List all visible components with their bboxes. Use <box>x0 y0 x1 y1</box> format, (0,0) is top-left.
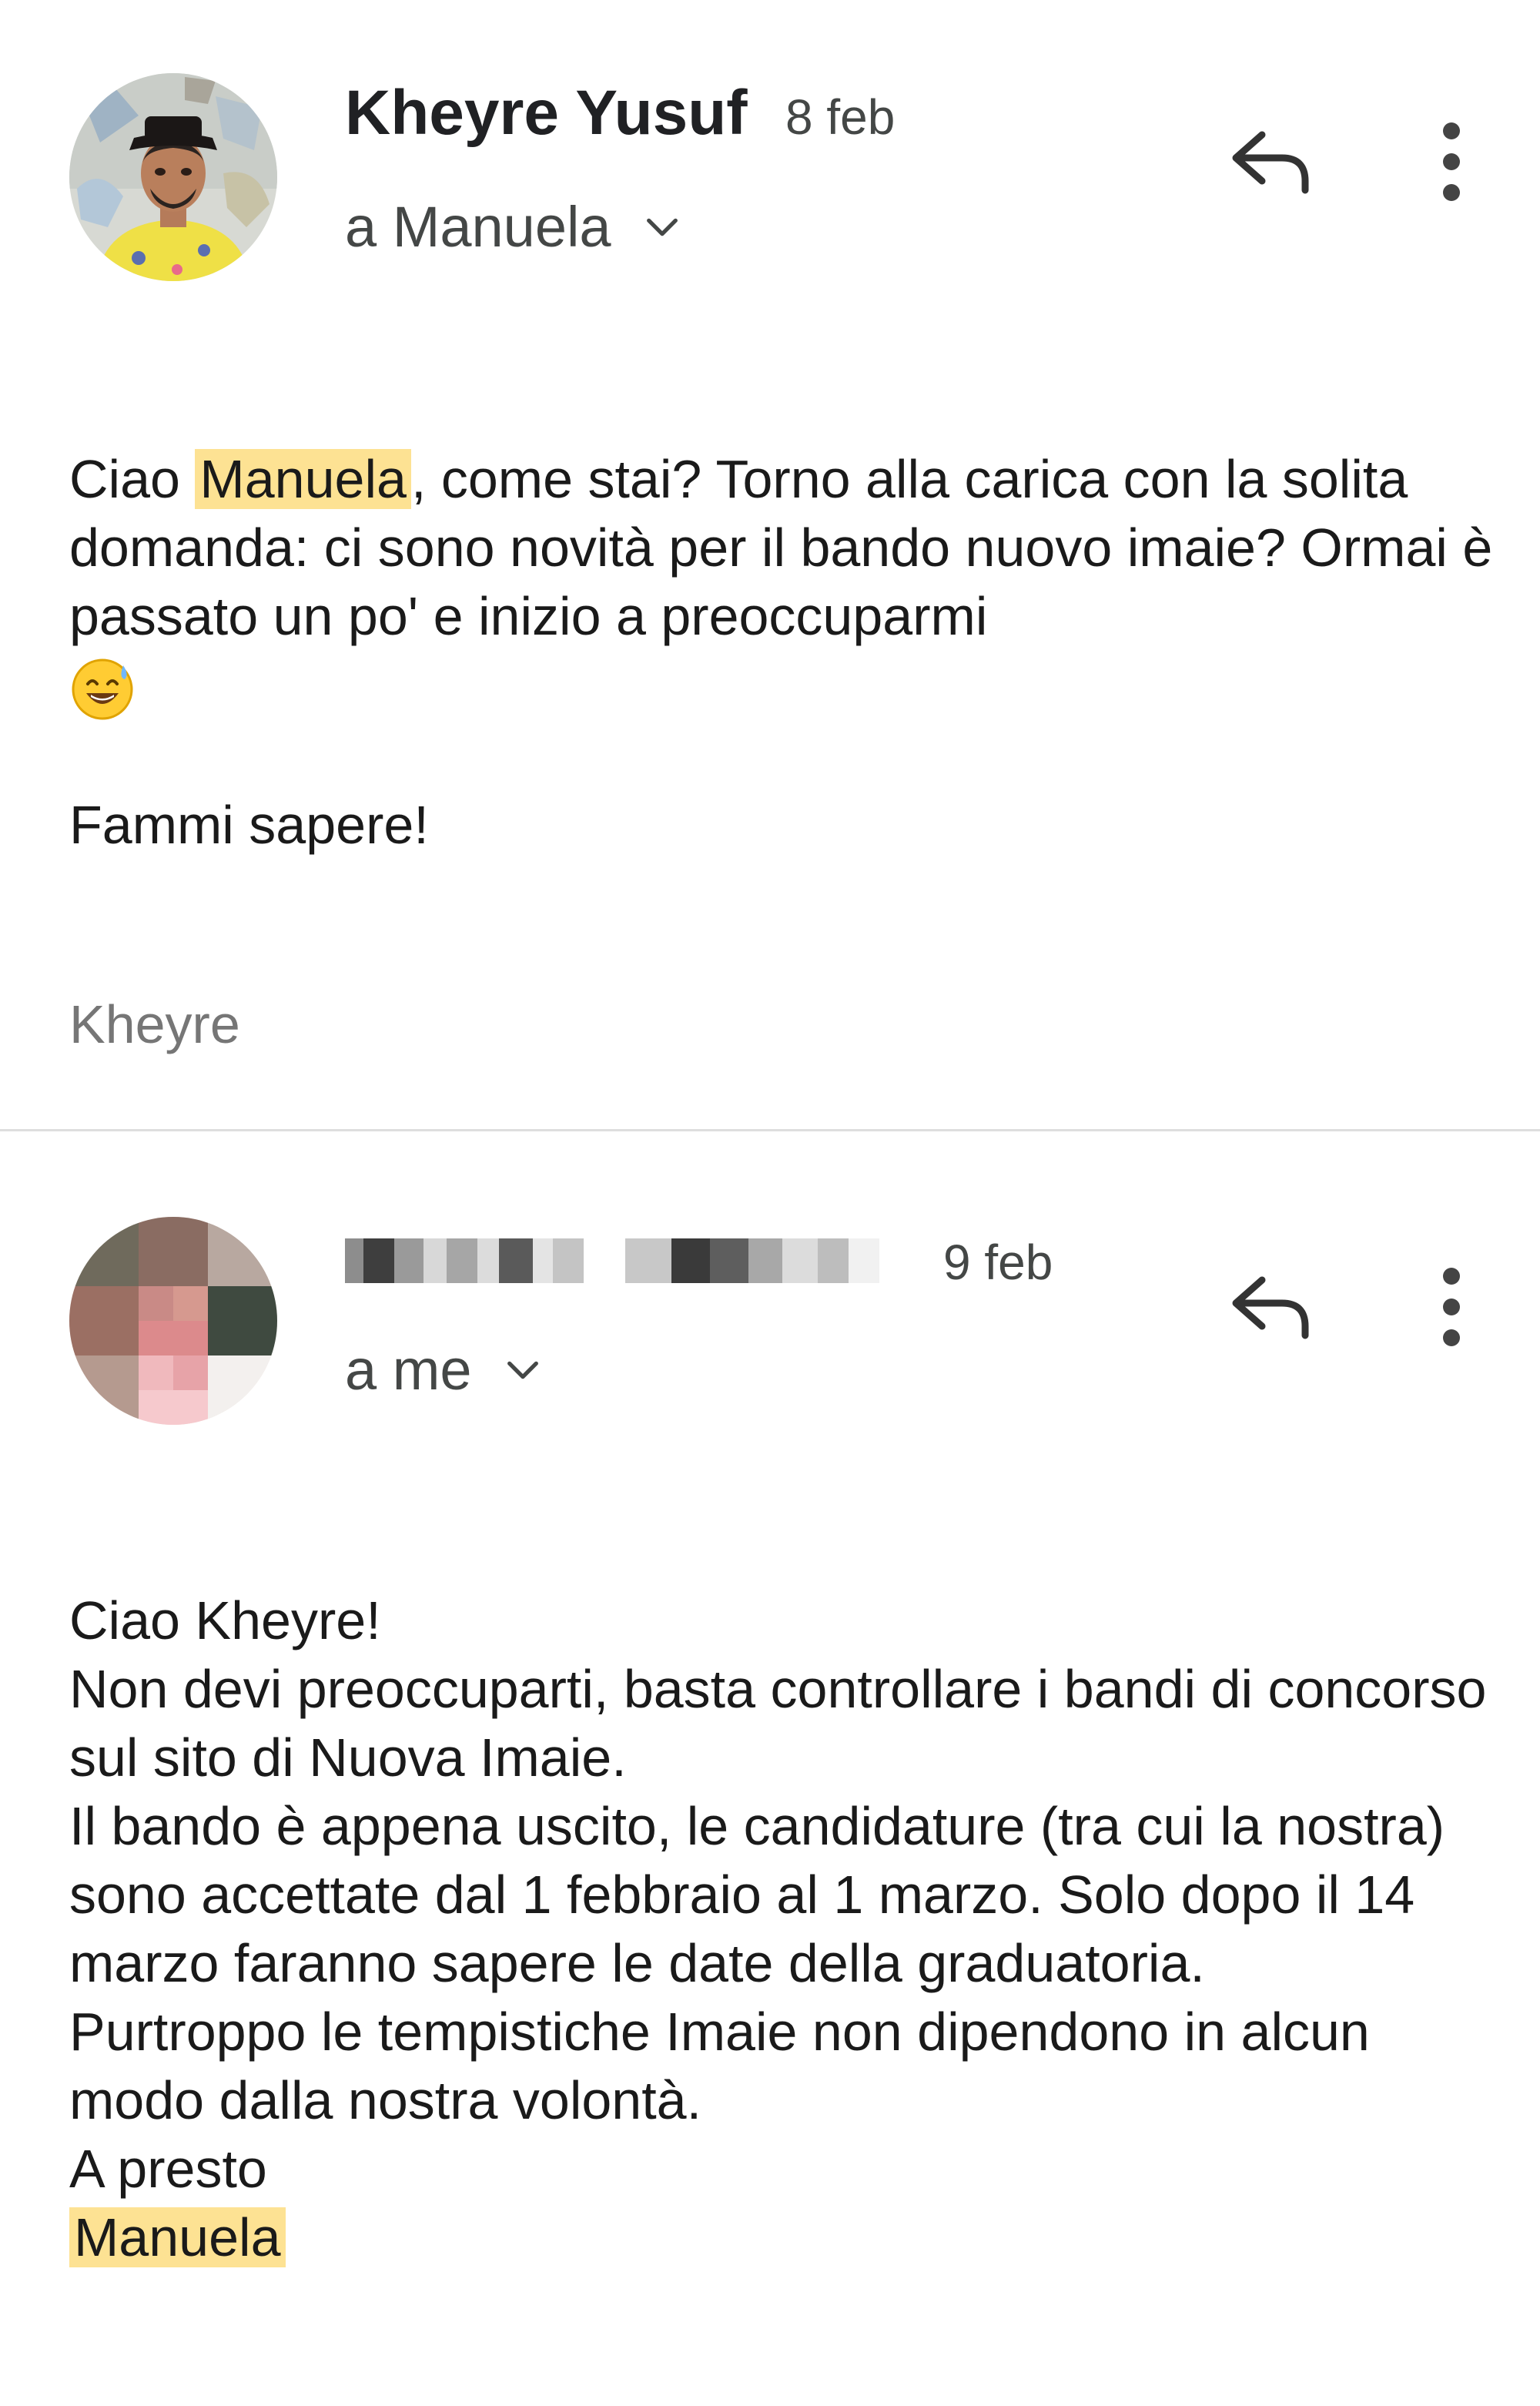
reply-icon <box>1232 1276 1309 1339</box>
message-paragraph: Fammi sapere! <box>69 794 429 855</box>
more-options-button[interactable] <box>1424 119 1478 204</box>
highlighted-name: Manuela <box>69 2207 286 2267</box>
sweat-smile-emoji-icon <box>72 658 133 720</box>
pixelated-avatar-icon <box>69 1217 277 1425</box>
message-date: 9 feb <box>943 1235 1053 1290</box>
message-line: Purtroppo le tempistiche Imaie non dipen… <box>69 2002 1370 2130</box>
message-line: Non devi preoccuparti, basta controllare… <box>69 1659 1487 1788</box>
message-body: Ciao Kheyre! Non devi preoccuparti, bast… <box>69 1587 1494 2272</box>
message-date: 8 feb <box>785 89 896 145</box>
message-paragraph: Ciao Manuela, come stai? Torno alla cari… <box>69 445 1494 722</box>
message-line: Il bando è appena uscito, le candidature… <box>69 1796 1445 1993</box>
recipient-toggle[interactable]: a me <box>345 1337 543 1402</box>
message-body: Ciao Manuela, come stai? Torno alla cari… <box>69 445 1494 860</box>
reply-icon <box>1232 131 1309 194</box>
sender-avatar-blurred[interactable] <box>69 1217 277 1425</box>
more-vert-icon <box>1443 1268 1460 1346</box>
sender-name: Kheyre Yusuf <box>345 78 748 148</box>
recipient-label: a Manuela <box>345 195 611 259</box>
more-vert-icon <box>1443 122 1460 201</box>
highlighted-name: Manuela <box>195 449 411 509</box>
redacted-sender-name <box>345 1238 930 1283</box>
recipient-toggle[interactable]: a Manuela <box>345 194 682 260</box>
reply-button[interactable] <box>1228 127 1313 196</box>
greeting-text: Ciao <box>69 449 196 509</box>
message-divider <box>0 1129 1540 1131</box>
recipient-label: a me <box>345 1338 472 1402</box>
chevron-down-icon <box>646 218 678 236</box>
email-message: 9 feb a me Ciao Kheyre! Non devi preoccu… <box>0 1132 1540 2406</box>
chevron-down-icon <box>507 1361 538 1379</box>
more-options-button[interactable] <box>1424 1265 1478 1349</box>
avatar-photo-icon <box>69 73 277 281</box>
reply-button[interactable] <box>1228 1272 1313 1342</box>
signature-line: Manuela <box>69 2203 1494 2272</box>
sender-avatar[interactable] <box>69 73 277 281</box>
email-message: Kheyre Yusuf 8 feb a Manuela Ciao Manuel… <box>0 0 1540 1129</box>
message-line: A presto <box>69 2139 267 2199</box>
message-line: Ciao Kheyre! <box>69 1590 381 1650</box>
signature: Kheyre <box>69 994 240 1054</box>
